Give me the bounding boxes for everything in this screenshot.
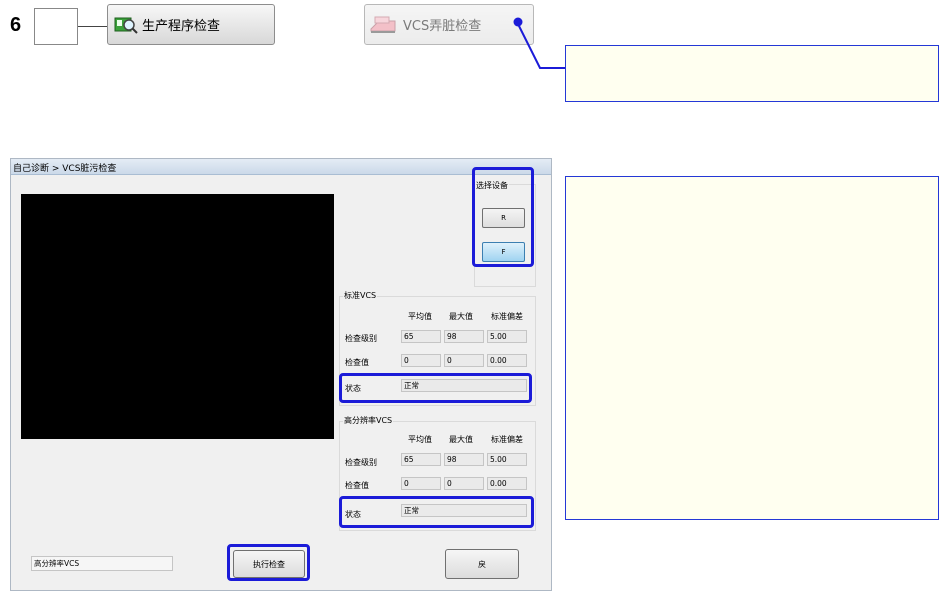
standard-vcs-title: 标准VCS (343, 290, 378, 301)
std-level-avg: 65 (401, 330, 441, 343)
std-header-avg: 平均值 (408, 312, 432, 321)
hires-vcs-title: 高分辨率VCS (343, 415, 394, 426)
hr-level-max: 98 (444, 453, 484, 466)
hr-value-std: 0.00 (487, 477, 527, 490)
breadcrumb: 自己诊断 > VCS脏污检查 (13, 164, 117, 174)
mode-field: 高分辨率VCS (31, 556, 173, 571)
std-row-level-label: 检查级别 (345, 334, 377, 343)
std-value-avg: 0 (401, 354, 441, 367)
highlight-hr-status (339, 496, 534, 528)
std-value-std: 0.00 (487, 354, 527, 367)
hr-level-avg: 65 (401, 453, 441, 466)
dialog-titlebar: 自己诊断 > VCS脏污检查 (11, 159, 551, 175)
highlight-select-device (472, 167, 534, 267)
std-value-max: 0 (444, 354, 484, 367)
std-level-std: 5.00 (487, 330, 527, 343)
highlight-execute (227, 544, 310, 581)
callout-note-top (565, 45, 939, 102)
highlight-std-status (339, 373, 532, 403)
hr-row-value-label: 检查值 (345, 481, 369, 490)
vcs-check-dialog: 自己诊断 > VCS脏污检查 选择设备 R F 标准VCS 平均值 最大值 标准… (10, 158, 552, 591)
std-level-max: 98 (444, 330, 484, 343)
camera-preview (21, 194, 334, 439)
std-header-max: 最大值 (449, 312, 473, 321)
std-header-std: 标准偏差 (491, 312, 523, 321)
return-label: 戻 (478, 559, 486, 569)
return-button[interactable]: 戻 (445, 549, 519, 579)
hr-value-avg: 0 (401, 477, 441, 490)
hr-header-avg: 平均值 (408, 435, 432, 444)
hr-level-std: 5.00 (487, 453, 527, 466)
std-row-value-label: 检查值 (345, 358, 369, 367)
callout-note-right (565, 176, 939, 520)
hr-header-std: 标准偏差 (491, 435, 523, 444)
hr-header-max: 最大值 (449, 435, 473, 444)
hr-row-level-label: 检查级别 (345, 458, 377, 467)
hr-value-max: 0 (444, 477, 484, 490)
